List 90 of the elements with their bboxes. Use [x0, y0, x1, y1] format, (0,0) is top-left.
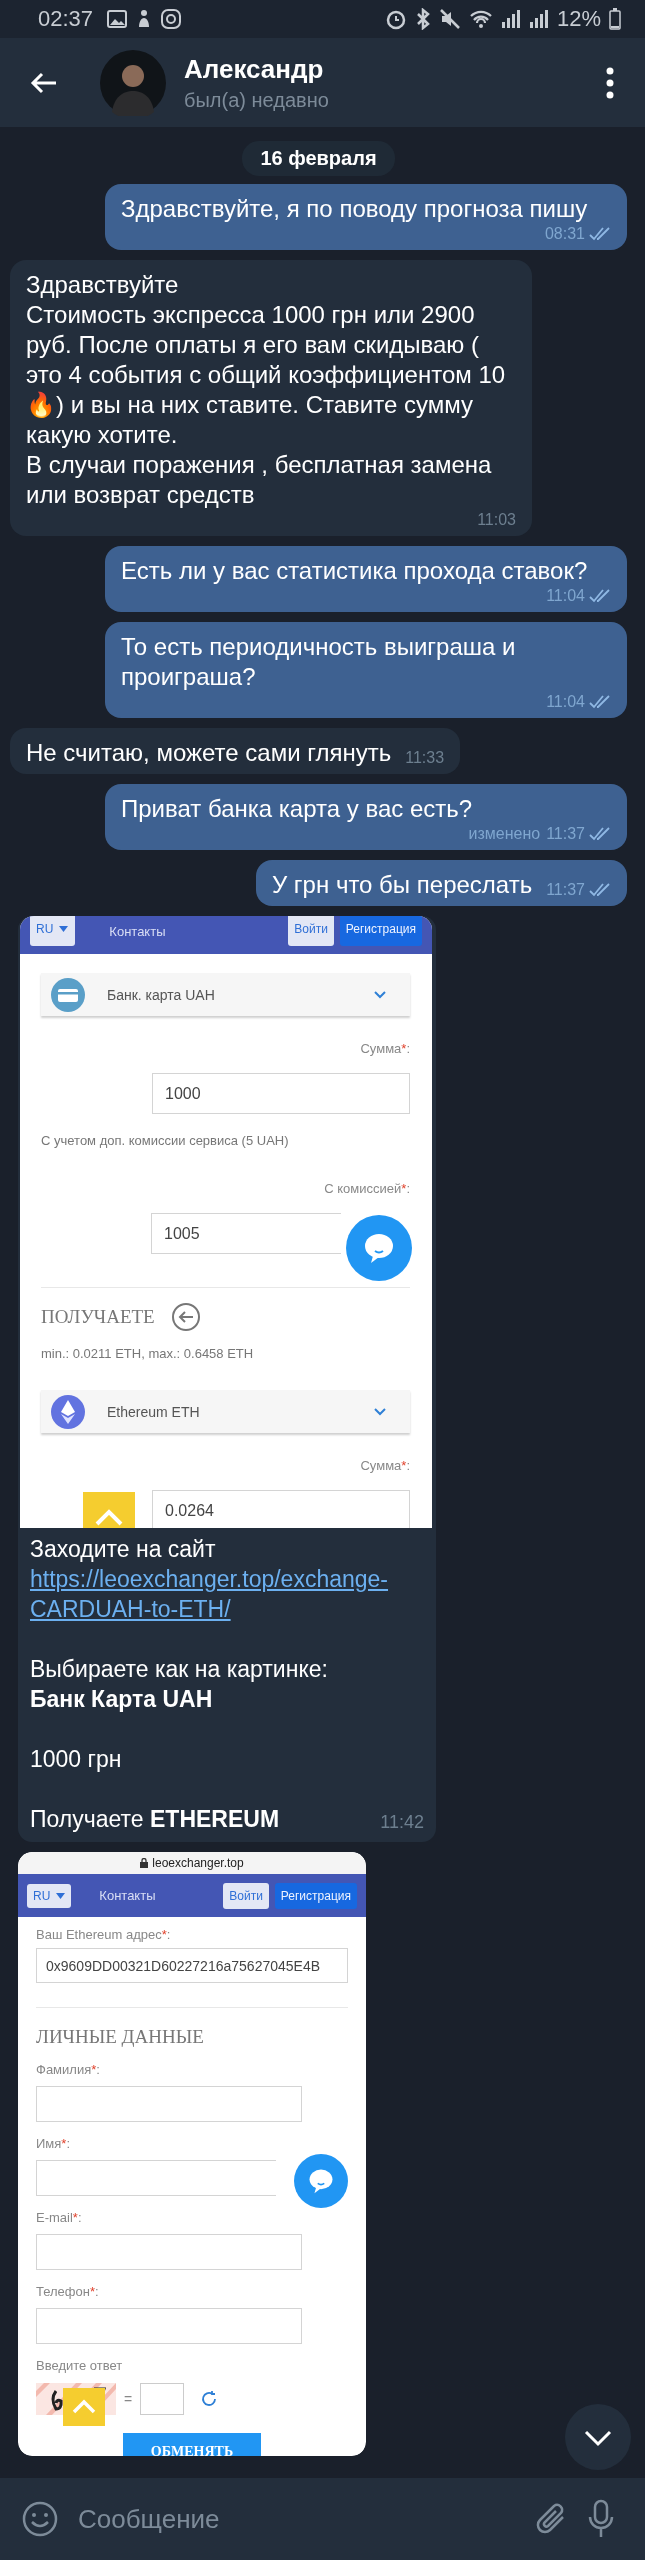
field-label: Сумма*: — [359, 1041, 410, 1057]
input-field[interactable] — [36, 2234, 302, 2270]
message-text: Заходите на сайт — [30, 1535, 217, 1564]
edited-label: изменено — [468, 824, 541, 844]
field-label: Ваш Ethereum адрес*: — [36, 1927, 172, 1943]
currency-select[interactable]: Банк. карта UAH — [41, 973, 410, 1016]
field-label: С комиссией*: — [323, 1181, 410, 1197]
more-options-icon[interactable] — [605, 66, 615, 99]
app-icon — [161, 9, 182, 29]
message-text: Есть ли у вас статистика прохода ставок? — [121, 556, 588, 586]
message-text: У грн что бы переслать — [271, 870, 533, 900]
input-field[interactable]: 0x9609DD00321D60227216a75627045E4B — [36, 1948, 348, 1983]
chevron-down-icon — [374, 1407, 386, 1416]
message-text: Здравствуйте Стоимость экспресса 1000 грн или 2900 руб. После оплаты я его вам скидываю ( это 4 события с общий коэффициентом 10🔥) и вы на них ставите. Ставите сумму какую хотите. В случаи поражения , бесплатная замена или возврат средств — [26, 270, 507, 510]
message-input[interactable]: Сообщение — [76, 2502, 517, 2536]
language-select[interactable]: RU — [30, 916, 76, 946]
signal-icon — [500, 9, 521, 29]
date-badge: 16 февраля — [242, 141, 395, 176]
message-time: 11:04 — [546, 586, 585, 606]
input-field[interactable] — [36, 2308, 302, 2344]
nav-link[interactable]: Контакты — [109, 924, 166, 939]
clock: 02:37 — [38, 6, 94, 32]
register-button[interactable]: Регистрация — [274, 1882, 357, 1909]
message-text: 1000 грн — [30, 1745, 122, 1774]
address-bar-url: leoexchanger.top — [140, 1856, 244, 1870]
web-page-screenshot[interactable]: RU Контакты Войти Регистрация Банк. карта UAH Сумма*: 1000 С учетом доп. комиссии сервиса (5 UAH) С комиссией*: 1005 ПОЛУЧАЕТЕ min.: 0.0211 ETH, max.: 0.6458 ETH Ethereum ETH Сумма*: 0.0264 — [20, 916, 432, 1528]
nav-link[interactable]: Контакты — [99, 1888, 156, 1903]
web-page-screenshot[interactable]: leoexchanger.top RU Контакты Войти Регистрация Ваш Ethereum адрес*: 0x9609DD00321D60227216a75627045E4B ЛИЧНЫЕ ДАННЫЕ Фамилия*: Имя*: E-mail*: Телефон*: Введите ответ = ОБМЕНЯТЬ — [18, 1852, 366, 2456]
alarm-icon — [384, 8, 407, 30]
image-icon — [107, 10, 128, 28]
login-button[interactable]: Войти — [223, 1882, 269, 1909]
chat-widget-icon[interactable] — [346, 1215, 412, 1281]
language-select[interactable]: RU — [27, 1883, 72, 1908]
refresh-icon[interactable] — [200, 2389, 219, 2408]
input-field[interactable] — [36, 2160, 276, 2196]
contact-name: Александр — [184, 53, 325, 85]
ethereum-icon — [51, 1394, 85, 1429]
message-time: 11:37 — [546, 880, 585, 900]
register-button[interactable]: Регистрация — [339, 916, 422, 946]
message-text: То есть периодичность выиграша и проиграша? — [121, 632, 517, 692]
message-composer[interactable]: Сообщение — [0, 2478, 645, 2560]
message-time: 11:42 — [380, 1811, 424, 1834]
input-field[interactable]: 1005 — [151, 1213, 341, 1254]
field-label: Сумма*: — [359, 1458, 410, 1474]
last-seen-status: был(а) недавно — [184, 88, 330, 112]
section-heading: ЛИЧНЫЕ ДАННЫЕ — [36, 2026, 204, 2048]
message-time: 11:33 — [405, 748, 445, 768]
message-time: 11:03 — [477, 510, 516, 530]
message-text: Приват банка карта у вас есть? — [121, 794, 473, 824]
chevron-down-icon — [374, 990, 386, 999]
link[interactable]: https://leoexchanger.top/exchange-CARDUAH-to-ETH/ — [30, 1564, 424, 1624]
bluetooth-icon — [414, 8, 431, 30]
mute-icon — [438, 8, 461, 30]
message-text: Не считаю, можете сами глянуть — [26, 738, 392, 768]
equals-sign: = — [124, 2390, 133, 2407]
card-icon — [51, 977, 85, 1012]
input-field[interactable] — [36, 2086, 302, 2122]
message-time: 11:04 — [546, 692, 585, 712]
battery-level: 12% — [556, 6, 601, 32]
section-heading: ПОЛУЧАЕТЕ — [41, 1306, 155, 1328]
exchange-button[interactable]: ОБМЕНЯТЬ — [122, 2433, 262, 2456]
lock-icon — [140, 1858, 149, 1868]
message-text: Здравствуйте, я по поводу прогноза пишу — [121, 194, 588, 224]
login-button[interactable]: Войти — [288, 916, 334, 946]
input-field[interactable]: 0.0264 — [152, 1490, 410, 1528]
message-time: 11:37 — [546, 824, 585, 844]
avatar[interactable] — [100, 49, 166, 116]
message-text: Выбираете как на картинке: Банк Карта UAH — [30, 1655, 328, 1714]
field-label: Введите ответ — [36, 2358, 124, 2374]
microphone-icon[interactable] — [587, 2499, 615, 2539]
back-arrow-icon[interactable] — [30, 70, 58, 95]
field-label: Телефон*: — [36, 2284, 100, 2300]
scroll-down-button[interactable] — [565, 2404, 631, 2470]
currency-select[interactable]: Ethereum ETH — [41, 1390, 410, 1433]
field-label: Фамилия*: — [36, 2062, 101, 2078]
field-label: Имя*: — [36, 2136, 71, 2152]
emoji-icon[interactable] — [22, 2501, 58, 2537]
caret-icon — [59, 926, 69, 932]
battery-icon — [609, 8, 621, 30]
hint-text: min.: 0.0211 ETH, max.: 0.6458 ETH — [41, 1346, 255, 1361]
message-time: 08:31 — [544, 224, 585, 244]
input-field[interactable]: 1000 — [152, 1073, 410, 1114]
message-text: Получаете ETHEREUM — [30, 1805, 280, 1834]
signal-icon — [528, 9, 549, 29]
hint-text: С учетом доп. комиссии сервиса (5 UAH) — [41, 1133, 290, 1148]
field-label: E-mail*: — [36, 2210, 83, 2226]
captcha-answer-field[interactable] — [140, 2382, 185, 2415]
caret-icon — [56, 1892, 66, 1899]
wifi-icon — [468, 9, 493, 29]
chat-widget-icon[interactable] — [294, 2154, 348, 2208]
